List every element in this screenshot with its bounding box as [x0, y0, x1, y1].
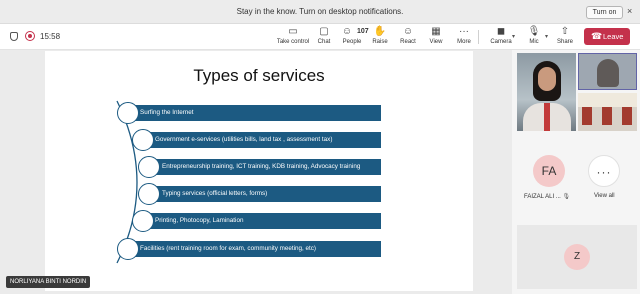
leave-button[interactable]: ☎ Leave	[584, 28, 630, 45]
mic-chevron-down-icon[interactable]: ▾	[545, 33, 548, 40]
service-bullet-4	[138, 183, 160, 205]
take-control-button[interactable]: ▭ Take control	[275, 26, 311, 45]
room-window	[602, 107, 612, 125]
participant-lanyard	[544, 103, 550, 131]
room-window	[582, 107, 592, 125]
camera-chevron-down-icon[interactable]: ▾	[512, 33, 515, 40]
turn-on-notifications-button[interactable]: Turn on	[586, 6, 623, 19]
service-bar-5: Printing, Photocopy, Lamination	[144, 213, 381, 229]
take-control-label: Take control	[276, 39, 310, 45]
participant-avatar-fa[interactable]: FA	[533, 155, 565, 187]
service-bullet-5	[132, 210, 154, 232]
presenter-name-tag: NORLIYANA BINTI NORDIN	[6, 276, 91, 288]
participant-video-tile-2[interactable]	[578, 53, 637, 90]
more-icon: ···	[459, 26, 469, 37]
share-icon: ⇧	[560, 26, 570, 37]
more-button[interactable]: ··· More	[448, 26, 480, 45]
share-label: Share	[556, 39, 573, 45]
people-icon: ☺	[341, 26, 353, 37]
participant-avatar-z: Z	[564, 244, 590, 270]
participant-panel: FA FAIZAL ALI ... 🎙 ··· View all Z	[512, 50, 640, 294]
recording-icon	[25, 31, 35, 41]
participant-face	[538, 67, 556, 91]
participant-video-tile[interactable]	[517, 53, 576, 131]
shared-screen-stage: Types of services Surfing the Internet G…	[0, 50, 512, 294]
service-bar-1: Surfing the Internet	[129, 105, 381, 121]
participant-name-fa: FAIZAL ALI ... 🎙	[524, 193, 570, 200]
view-all-button[interactable]: ···	[588, 155, 620, 187]
participant-silhouette-2	[597, 59, 619, 87]
leave-label: Leave	[603, 32, 624, 41]
service-bullet-6	[117, 238, 139, 260]
participant-tile-z[interactable]: Z	[517, 225, 637, 289]
toolbar-divider	[478, 30, 479, 44]
more-label: More	[457, 39, 471, 45]
service-bar-4: Typing services (official letters, forms…	[151, 186, 381, 202]
phone-hangup-icon: ☎	[591, 31, 603, 41]
room-ceiling	[578, 93, 637, 107]
meeting-timer: 15:58	[40, 32, 61, 41]
view-all-label[interactable]: View all	[594, 193, 615, 199]
take-control-icon: ▭	[288, 26, 298, 37]
shield-icon[interactable]	[10, 32, 18, 41]
mic-muted-icon: 🎙	[562, 194, 571, 200]
service-bar-6: Facilities (rent training room for exam,…	[129, 241, 381, 257]
service-bullet-1	[117, 102, 139, 124]
notification-bar: Stay in the know. Turn on desktop notifi…	[0, 0, 640, 24]
notification-text: Stay in the know. Turn on desktop notifi…	[236, 7, 404, 16]
room-window	[622, 107, 632, 125]
service-bar-3: Entrepreneurship training, ICT training,…	[151, 159, 381, 175]
service-bullet-2	[132, 129, 154, 151]
presentation-slide: Types of services Surfing the Internet G…	[45, 51, 473, 291]
meeting-toolbar: 15:58 ▭ Take control ▢ Chat ☺ 107 People…	[0, 24, 640, 50]
share-button[interactable]: ⇧ Share	[552, 26, 578, 45]
service-bullet-3	[138, 156, 160, 178]
close-icon[interactable]: ×	[627, 6, 632, 16]
service-bar-2: Government e-services (utilities bills, …	[144, 132, 381, 148]
participant-video-tile-3[interactable]	[578, 93, 637, 131]
participant-name-fa-text: FAIZAL ALI ...	[524, 194, 561, 200]
